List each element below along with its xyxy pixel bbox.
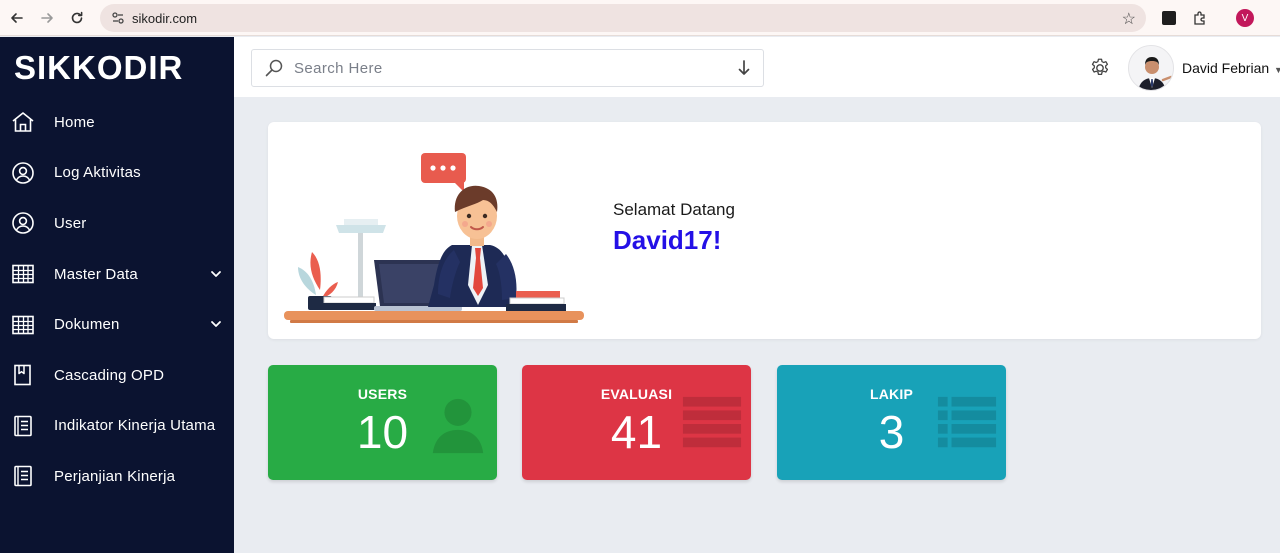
- gear-icon[interactable]: [1089, 57, 1111, 79]
- site-info-icon[interactable]: [110, 10, 126, 26]
- user-circle-icon: [11, 211, 35, 235]
- stat-value: 10: [356, 406, 409, 458]
- address-bar[interactable]: sikodir.com ☆: [100, 4, 1146, 32]
- sidebar-item-user[interactable]: User: [0, 198, 234, 249]
- stat-value: 3: [878, 406, 905, 458]
- notebook-icon: [11, 414, 35, 438]
- sidebar-item-label: Log Aktivitas: [54, 164, 141, 182]
- puzzle-extensions-icon[interactable]: [1191, 9, 1209, 27]
- url-text[interactable]: sikodir.com: [132, 11, 197, 26]
- sidebar: SIKKODIR Home Log Aktivitas User Master …: [0, 37, 234, 553]
- book-icon: [11, 363, 35, 387]
- stat-card-lakip[interactable]: LAKIP 3: [777, 365, 1006, 480]
- home-icon: [11, 110, 35, 134]
- sidebar-item-label: Master Data: [54, 265, 138, 283]
- browser-toolbar: sikodir.com ☆ V: [0, 0, 1280, 36]
- bookmark-star-icon[interactable]: ☆: [1122, 9, 1136, 29]
- notebook-icon: [11, 464, 35, 488]
- sidebar-item-label: Perjanjian Kinerja: [54, 467, 176, 485]
- sidebar-item-dokumen[interactable]: Dokumen: [0, 299, 234, 350]
- search-icon: [264, 58, 284, 78]
- reload-icon[interactable]: [62, 3, 92, 33]
- sidebar-item-label: Dokumen: [54, 316, 120, 334]
- forward-icon[interactable]: [32, 3, 62, 33]
- stat-label: EVALUASI: [600, 386, 673, 402]
- caret-down-icon[interactable]: ▼: [1274, 65, 1280, 75]
- sidebar-item-label: Home: [54, 113, 95, 131]
- greeting-text: Selamat Datang: [613, 200, 735, 219]
- user-name[interactable]: David Febrian: [1182, 60, 1269, 76]
- arrow-down-icon[interactable]: [737, 59, 751, 77]
- sidebar-item-log-aktivitas[interactable]: Log Aktivitas: [0, 148, 234, 199]
- table-icon: [11, 262, 35, 286]
- sidebar-item-perjanjian-kinerja[interactable]: Perjanjian Kinerja: [0, 451, 234, 502]
- back-icon[interactable]: [2, 3, 32, 33]
- stat-card-users[interactable]: USERS 10: [268, 365, 497, 480]
- extension-icon[interactable]: [1160, 9, 1178, 27]
- profile-avatar[interactable]: V: [1236, 9, 1254, 27]
- table-icon: [11, 313, 35, 337]
- search-box[interactable]: [251, 49, 764, 87]
- stat-label: LAKIP: [870, 386, 913, 402]
- welcome-card: Selamat Datang David17!: [268, 122, 1261, 339]
- stat-label: USERS: [357, 386, 408, 402]
- welcome-username: David17!: [613, 225, 722, 255]
- brand-logo[interactable]: SIKKODIR: [14, 49, 183, 87]
- sidebar-menu: Home Log Aktivitas User Master Data Doku…: [0, 97, 234, 502]
- welcome-illustration: [284, 150, 589, 328]
- sidebar-item-label: Indikator Kinerja Utama: [54, 417, 216, 435]
- stat-card-evaluasi[interactable]: EVALUASI 41: [522, 365, 751, 480]
- stat-value: 41: [610, 406, 663, 458]
- sidebar-item-home[interactable]: Home: [0, 97, 234, 148]
- sidebar-item-indikator-kinerja-utama[interactable]: Indikator Kinerja Utama: [0, 401, 234, 452]
- sidebar-item-cascading-opd[interactable]: Cascading OPD: [0, 350, 234, 401]
- search-input[interactable]: [294, 59, 714, 77]
- sidebar-item-label: User: [54, 214, 87, 232]
- top-header: David Febrian ▼: [234, 37, 1280, 97]
- sidebar-item-master-data[interactable]: Master Data: [0, 249, 234, 300]
- chevron-down-icon[interactable]: [210, 317, 222, 335]
- chevron-down-icon[interactable]: [210, 267, 222, 285]
- user-circle-icon: [11, 161, 35, 185]
- avatar[interactable]: [1128, 45, 1174, 91]
- sidebar-item-label: Cascading OPD: [54, 366, 165, 384]
